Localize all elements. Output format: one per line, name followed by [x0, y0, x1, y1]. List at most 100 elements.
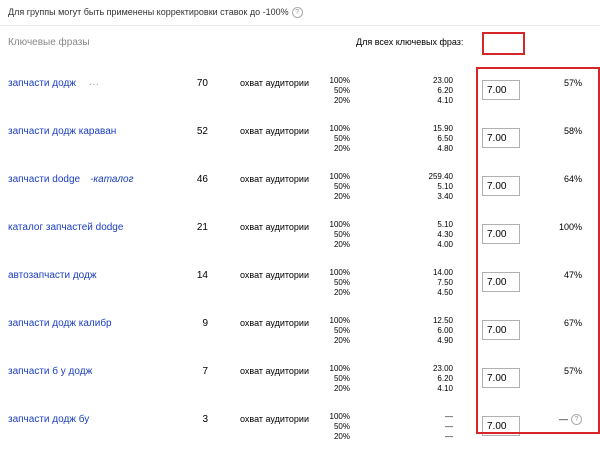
bid-20: 4.10 [437, 384, 453, 393]
reach-label: охват аудитории [240, 126, 309, 136]
bid-100: 259.40 [428, 172, 453, 181]
percent-50: 50% [333, 86, 350, 95]
bid-values-list: 23.00 6.20 4.10 [405, 364, 453, 394]
reach-label: охват аудитории [240, 78, 309, 88]
keyword-text[interactable]: запчасти додж караван [8, 126, 116, 137]
keyword-text[interactable]: запчасти додж [8, 78, 76, 89]
keyword-text[interactable]: запчасти dodge [8, 174, 80, 185]
bid-values-list: 23.00 6.20 4.10 [405, 76, 453, 106]
keywords-column-header: Ключевые фразы [8, 37, 90, 48]
bid-20: 4.50 [437, 288, 453, 297]
reach-percent-list: 100% 50% 20% [320, 316, 350, 346]
bid-100: 5.10 [437, 220, 453, 229]
reach-label: охват аудитории [240, 174, 309, 184]
percent-20: 20% [333, 192, 350, 201]
percent-100: 100% [329, 268, 350, 277]
percent-20: 20% [333, 96, 350, 105]
reach-label: охват аудитории [240, 270, 309, 280]
percent-100: 100% [329, 316, 350, 325]
percent-100: 100% [329, 172, 350, 181]
more-icon[interactable]: ··· [89, 79, 99, 90]
keyword-text[interactable]: запчасти додж бу [8, 414, 89, 425]
bid-values-list: 14.00 7.50 4.50 [405, 268, 453, 298]
impressions-count: 9 [202, 318, 208, 329]
bid-50: 6.00 [437, 326, 453, 335]
reach-label: охват аудитории [240, 318, 309, 328]
bid-50: 7.50 [437, 278, 453, 287]
impressions-count: 52 [196, 126, 208, 137]
bid-20: 4.80 [437, 144, 453, 153]
percent-100: 100% [329, 124, 350, 133]
reach-percent-list: 100% 50% 20% [320, 172, 350, 202]
all-keywords-bid-input[interactable] [482, 32, 525, 55]
help-icon[interactable]: ? [291, 7, 303, 19]
percent-100: 100% [329, 220, 350, 229]
bid-20: 4.90 [437, 336, 453, 345]
keyword-link[interactable]: запчасти додж [8, 78, 86, 89]
reach-percent-list: 100% 50% 20% [320, 220, 350, 250]
keyword-link[interactable]: каталог запчастей dodge [8, 222, 133, 233]
percent-100: 100% [329, 76, 350, 85]
percent-50: 50% [333, 422, 350, 431]
keyword-link[interactable]: запчасти додж караван [8, 126, 126, 137]
percent-50: 50% [333, 230, 350, 239]
reach-label: охват аудитории [240, 222, 309, 232]
bid-values-list: — — — [405, 412, 453, 442]
percent-20: 20% [333, 288, 350, 297]
bid-20: — [445, 432, 453, 441]
bid-100: 23.00 [432, 76, 453, 85]
reach-percent-list: 100% 50% 20% [320, 268, 350, 298]
percent-50: 50% [333, 374, 350, 383]
reach-label: охват аудитории [240, 414, 309, 424]
bid-50: 6.20 [437, 374, 453, 383]
bid-50: 5.10 [437, 182, 453, 191]
percent-50: 50% [333, 278, 350, 287]
impressions-count: 7 [202, 366, 208, 377]
bid-100: 12.50 [432, 316, 453, 325]
keyword-link[interactable]: запчасти б у додж [8, 366, 102, 377]
percent-50: 50% [333, 182, 350, 191]
bid-20: 3.40 [437, 192, 453, 201]
keyword-link[interactable]: запчасти додж калибр [8, 318, 122, 329]
percent-50: 50% [333, 326, 350, 335]
keyword-text[interactable]: автозапчасти додж [8, 270, 97, 281]
percent-20: 20% [333, 432, 350, 441]
keyword-link[interactable]: запчасти додж бу [8, 414, 99, 425]
impressions-count: 46 [196, 174, 208, 185]
percent-20: 20% [333, 240, 350, 249]
keyword-link[interactable]: автозапчасти додж [8, 270, 107, 281]
impressions-count: 3 [202, 414, 208, 425]
bid-100: 23.00 [432, 364, 453, 373]
bid-50: 6.20 [437, 86, 453, 95]
reach-percent-list: 100% 50% 20% [320, 412, 350, 442]
percent-100: 100% [329, 412, 350, 421]
bid-50: 4.30 [437, 230, 453, 239]
bid-20: 4.10 [437, 96, 453, 105]
bid-50: 6.50 [437, 134, 453, 143]
bid-100: 14.00 [432, 268, 453, 277]
keyword-text[interactable]: каталог запчастей dodge [8, 222, 123, 233]
negative-keyword[interactable]: -каталог [90, 174, 133, 185]
bid-100: 15.90 [432, 124, 453, 133]
reach-percent-list: 100% 50% 20% [320, 76, 350, 106]
percent-100: 100% [329, 364, 350, 373]
bid-20: 4.00 [437, 240, 453, 249]
impressions-count: 14 [196, 270, 208, 281]
bid-50: — [445, 422, 453, 431]
keyword-text[interactable]: запчасти б у додж [8, 366, 92, 377]
bid-highlight-frame [476, 67, 600, 434]
all-keywords-label: Для всех ключевых фраз: [356, 37, 464, 47]
percent-20: 20% [333, 336, 350, 345]
percent-20: 20% [333, 144, 350, 153]
reach-percent-list: 100% 50% 20% [320, 124, 350, 154]
notice-text: Для группы могут быть применены корректи… [8, 7, 303, 19]
impressions-count: 21 [196, 222, 208, 233]
keyword-text[interactable]: запчасти додж калибр [8, 318, 112, 329]
keyword-link[interactable]: запчасти dodge -каталог [8, 174, 134, 185]
bid-values-list: 259.40 5.10 3.40 [405, 172, 453, 202]
percent-50: 50% [333, 134, 350, 143]
bid-100: — [445, 412, 453, 421]
percent-20: 20% [333, 384, 350, 393]
impressions-count: 70 [196, 78, 208, 89]
reach-percent-list: 100% 50% 20% [320, 364, 350, 394]
